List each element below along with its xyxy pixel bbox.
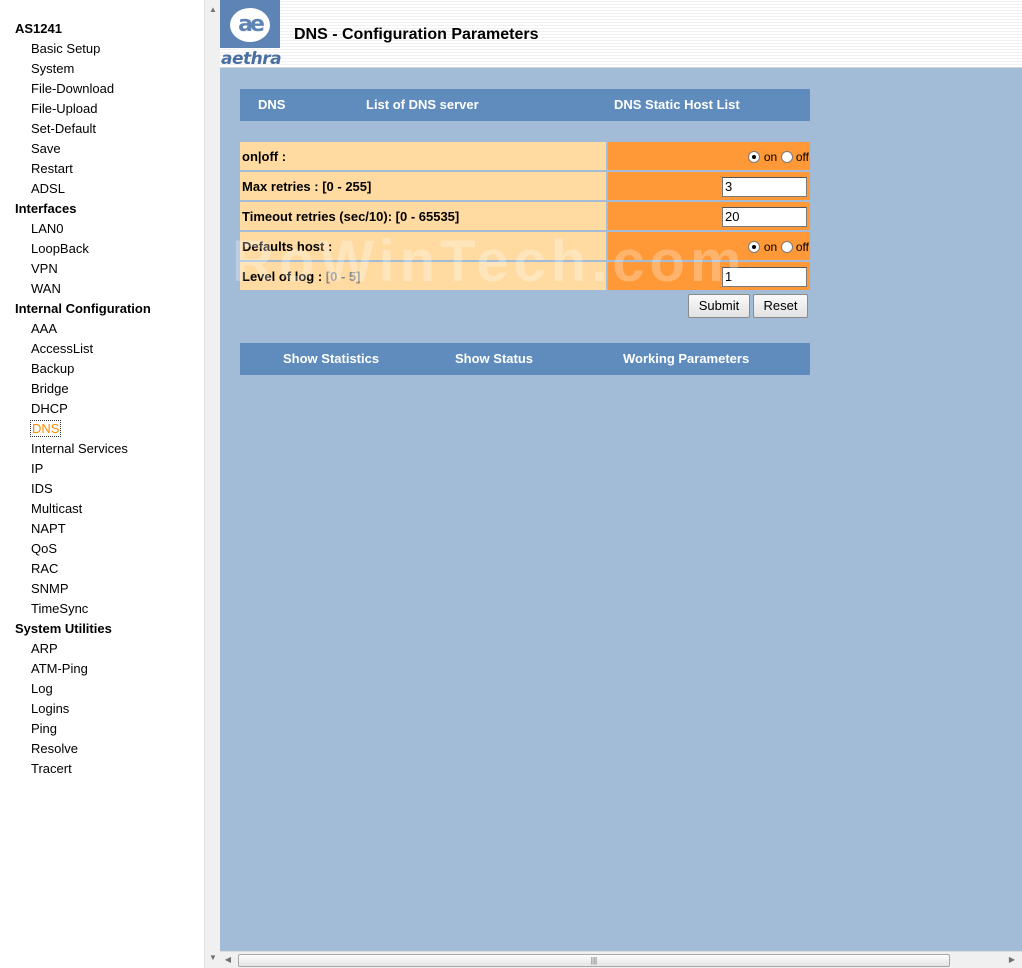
sidebar-vertical-scrollbar[interactable]: ▲ ▼ — [204, 0, 220, 968]
dns-bottom-tabbar: Show Statistics Show Status Working Para… — [240, 343, 810, 375]
nav-item-file-upload[interactable]: File-Upload — [0, 99, 204, 119]
nav-item-aaa[interactable]: AAA — [0, 319, 204, 339]
nav-item-rac[interactable]: RAC — [0, 559, 204, 579]
value-on-off: on off — [608, 142, 810, 170]
nav-item-resolve[interactable]: Resolve — [0, 739, 204, 759]
tab-list-of-dns-server[interactable]: List of DNS server — [366, 89, 479, 121]
nav-item-log[interactable]: Log — [0, 679, 204, 699]
aethra-logo: ae aethra — [220, 0, 282, 69]
nav-item-system[interactable]: System — [0, 59, 204, 79]
scroll-right-arrow-icon[interactable]: ▶ — [1004, 952, 1020, 968]
scrollbar-thumb[interactable]: ||| — [238, 954, 950, 967]
defaults-host-radio-group: on off — [748, 240, 809, 254]
logo-mark-background: ae — [220, 0, 280, 48]
reset-button[interactable]: Reset — [753, 294, 808, 318]
label-level-of-log: Level of log : [0 - 5] — [240, 262, 606, 290]
row-level-of-log: Level of log : [0 - 5] 1 — [240, 262, 810, 290]
nav-section-as1241: AS1241 — [15, 21, 62, 36]
level-of-log-input[interactable]: 1 — [722, 267, 807, 287]
nav-item-logins[interactable]: Logins — [0, 699, 204, 719]
value-timeout-retries: 20 — [608, 202, 810, 230]
on-off-radio-on[interactable] — [748, 151, 761, 163]
tab-dns-static-host-list[interactable]: DNS Static Host List — [614, 89, 740, 121]
label-max-retries: Max retries : [0 - 255] — [240, 172, 606, 200]
nav-item-wan[interactable]: WAN — [0, 279, 204, 299]
nav-section-interfaces: Interfaces — [15, 201, 77, 216]
horizontal-scrollbar[interactable]: ◀ ||| ▶ — [220, 951, 1022, 968]
nav-item-adsl[interactable]: ADSL — [0, 179, 204, 199]
on-off-radio-group: on off — [748, 150, 809, 164]
nav-item-qos[interactable]: QoS — [0, 539, 204, 559]
defaults-host-off-label: off — [795, 240, 809, 254]
nav-item-multicast[interactable]: Multicast — [0, 499, 204, 519]
value-max-retries: 3 — [608, 172, 810, 200]
timeout-retries-input[interactable]: 20 — [722, 207, 807, 227]
nav-item-bridge[interactable]: Bridge — [0, 379, 204, 399]
nav-item-internal-services[interactable]: Internal Services — [0, 439, 204, 459]
row-defaults-host: Defaults host : on off — [240, 232, 810, 260]
nav-item-ping[interactable]: Ping — [0, 719, 204, 739]
defaults-host-radio-off[interactable] — [780, 241, 793, 253]
submit-button[interactable]: Submit — [688, 294, 750, 318]
nav-item-arp[interactable]: ARP — [0, 639, 204, 659]
nav-item-basic-setup[interactable]: Basic Setup — [0, 39, 204, 59]
page-header: ae aethra DNS - Configuration Parameters — [220, 0, 1022, 69]
nav-item-timesync[interactable]: TimeSync — [0, 599, 204, 619]
nav-item-atm-ping[interactable]: ATM-Ping — [0, 659, 204, 679]
scroll-left-arrow-icon[interactable]: ◀ — [220, 952, 236, 968]
page-title: DNS - Configuration Parameters — [294, 26, 539, 43]
label-on-off: on|off : — [240, 142, 606, 170]
nav-item-ip[interactable]: IP — [0, 459, 204, 479]
level-of-log-range: [0 - 5] — [325, 269, 361, 284]
row-timeout-retries: Timeout retries (sec/10): [0 - 65535] 20 — [240, 202, 810, 230]
nav-item-accesslist[interactable]: AccessList — [0, 339, 204, 359]
tab-working-parameters[interactable]: Working Parameters — [623, 343, 749, 375]
tab-show-statistics[interactable]: Show Statistics — [283, 343, 379, 375]
nav-item-set-default[interactable]: Set-Default — [0, 119, 204, 139]
max-retries-input[interactable]: 3 — [722, 177, 807, 197]
value-level-of-log: 1 — [608, 262, 810, 290]
defaults-host-radio-on[interactable] — [748, 241, 761, 253]
level-of-log-text: Level of log : — [242, 269, 326, 284]
content-frame: ae aethra DNS - Configuration Parameters… — [220, 0, 1022, 968]
nav-item-backup[interactable]: Backup — [0, 359, 204, 379]
nav-section-system-utilities: System Utilities — [15, 621, 112, 636]
left-nav-frame: AS1241 Basic Setup System File-Download … — [0, 0, 220, 968]
row-max-retries: Max retries : [0 - 255] 3 — [240, 172, 810, 200]
scroll-up-arrow-icon[interactable]: ▲ — [205, 2, 221, 18]
nav-item-dhcp[interactable]: DHCP — [0, 399, 204, 419]
logo-mark: ae — [230, 8, 270, 42]
row-on-off: on|off : on off — [240, 142, 810, 170]
nav-item-snmp[interactable]: SNMP — [0, 579, 204, 599]
nav-item-save[interactable]: Save — [0, 139, 204, 159]
nav-item-dns[interactable]: DNS — [0, 419, 204, 439]
on-off-on-label: on — [763, 150, 778, 164]
nav-item-file-download[interactable]: File-Download — [0, 79, 204, 99]
defaults-host-on-label: on — [763, 240, 778, 254]
tab-dns[interactable]: DNS — [258, 89, 285, 121]
value-defaults-host: on off — [608, 232, 810, 260]
nav-item-vpn[interactable]: VPN — [0, 259, 204, 279]
label-timeout-retries: Timeout retries (sec/10): [0 - 65535] — [240, 202, 606, 230]
logo-text: aethra — [221, 49, 282, 69]
sidebar-nav: AS1241 Basic Setup System File-Download … — [0, 0, 204, 968]
nav-section-internal-configuration: Internal Configuration — [15, 301, 151, 316]
nav-item-lan0[interactable]: LAN0 — [0, 219, 204, 239]
nav-item-restart[interactable]: Restart — [0, 159, 204, 179]
on-off-radio-off[interactable] — [780, 151, 793, 163]
on-off-off-label: off — [795, 150, 809, 164]
scroll-down-arrow-icon[interactable]: ▼ — [205, 950, 221, 966]
label-defaults-host: Defaults host : — [240, 232, 606, 260]
nav-item-napt[interactable]: NAPT — [0, 519, 204, 539]
nav-item-tracert[interactable]: Tracert — [0, 759, 204, 779]
dns-top-tabbar: DNS List of DNS server DNS Static Host L… — [240, 89, 810, 121]
nav-item-ids[interactable]: IDS — [0, 479, 204, 499]
tab-show-status[interactable]: Show Status — [455, 343, 533, 375]
nav-item-loopback[interactable]: LoopBack — [0, 239, 204, 259]
